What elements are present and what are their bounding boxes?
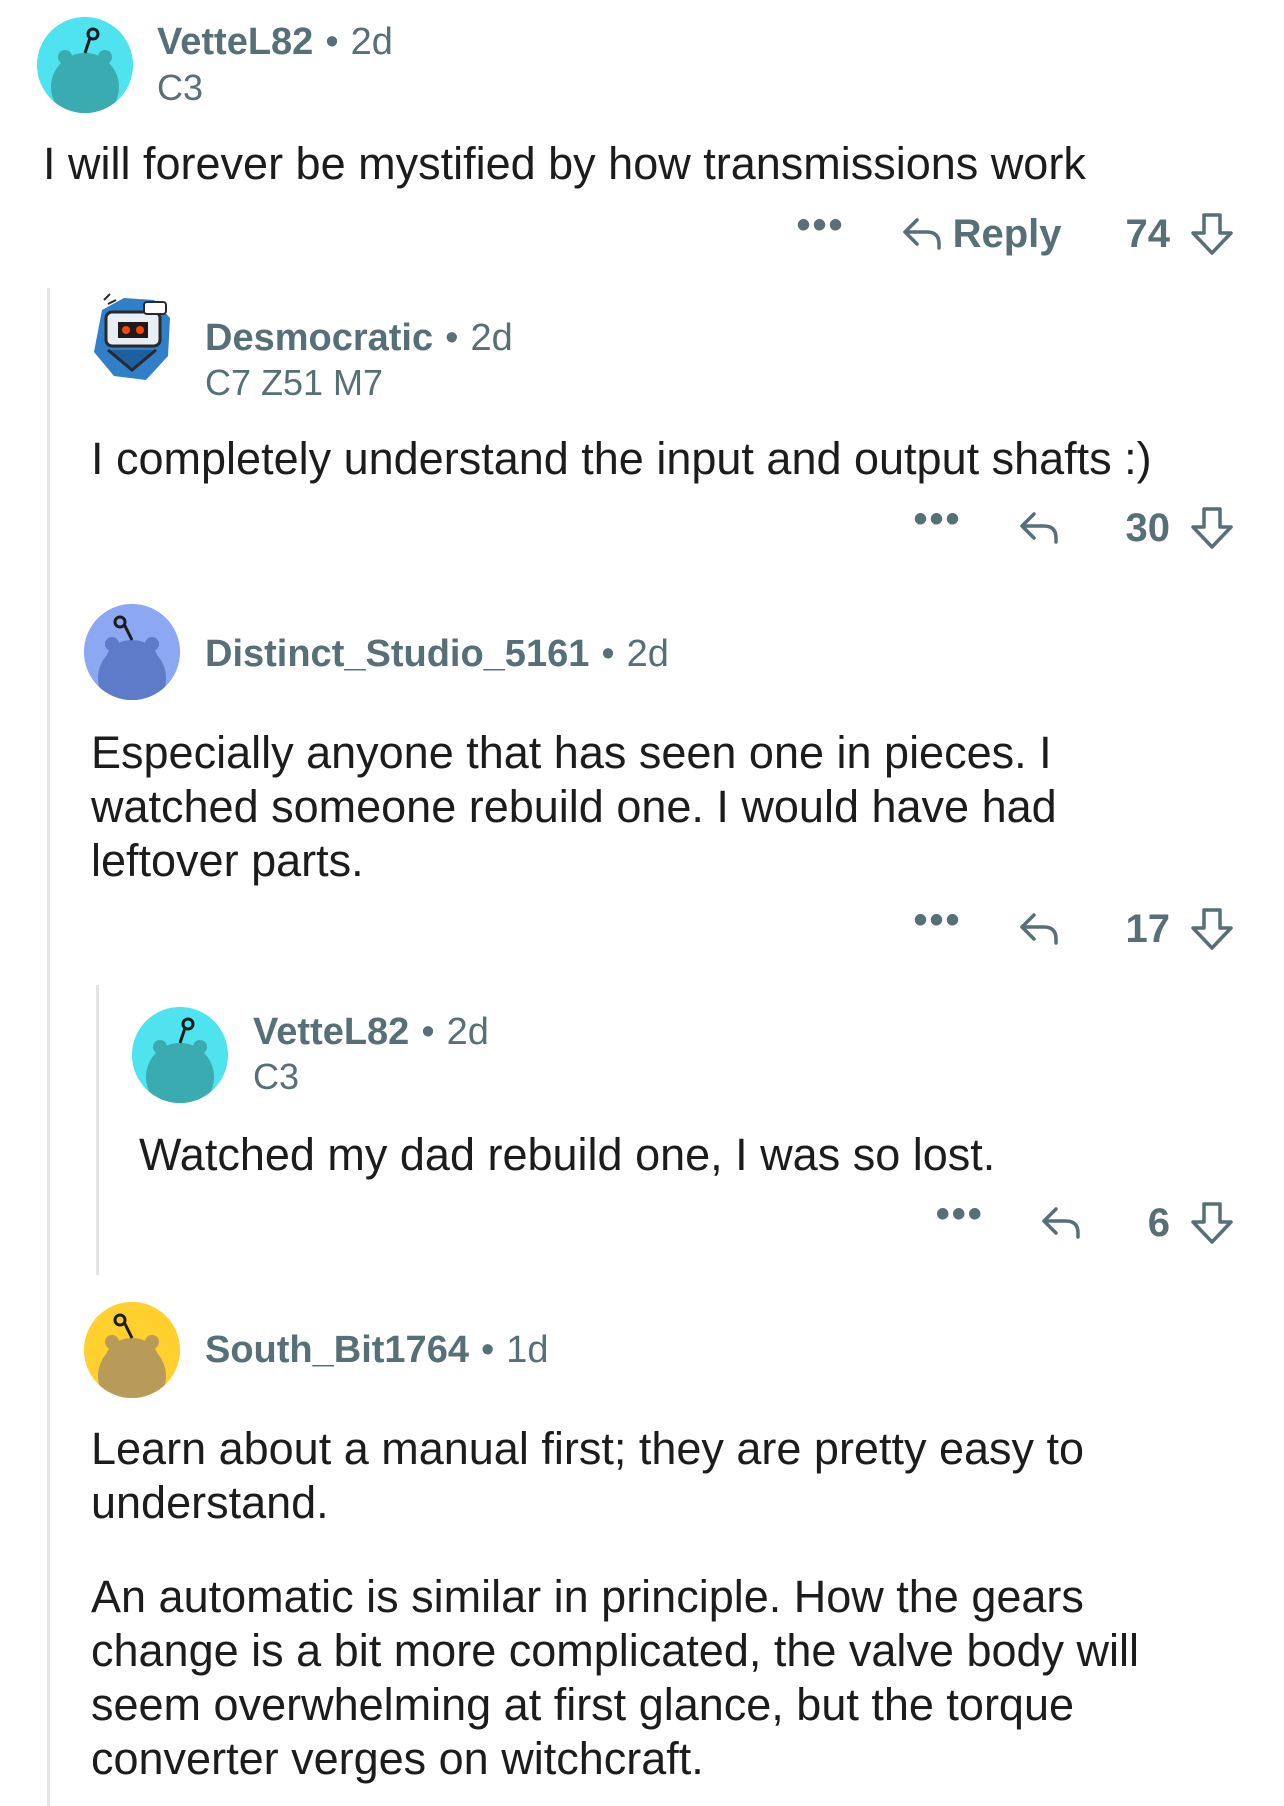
vote-score: 6 bbox=[1147, 1200, 1170, 1245]
username[interactable]: VetteL82 bbox=[157, 21, 313, 63]
avatar[interactable] bbox=[84, 290, 180, 386]
separator: • bbox=[480, 1329, 495, 1371]
downvote-arrow-icon bbox=[1191, 1202, 1233, 1244]
comment-paragraph: Learn about a manual first; they are pre… bbox=[91, 1423, 1085, 1528]
timestamp: 2d bbox=[446, 1011, 489, 1053]
comment-body: Especially anyone that has seen one in p… bbox=[91, 726, 1131, 888]
separator: • bbox=[421, 1011, 435, 1053]
comment-body: Learn about a manual first; they are pre… bbox=[91, 1422, 1211, 1786]
avatar[interactable] bbox=[84, 1302, 180, 1398]
downvote-arrow-icon bbox=[1191, 213, 1233, 255]
comment-header: Distinct_Studio_5161 • 2d bbox=[205, 632, 669, 676]
vote-score: 17 bbox=[1125, 906, 1171, 951]
comment-actions: ••• 6 bbox=[936, 1193, 1236, 1253]
comment-actions: ••• 17 bbox=[913, 899, 1236, 959]
reply-label: Reply bbox=[952, 211, 1062, 256]
timestamp: 1d bbox=[506, 1329, 549, 1371]
timestamp: 2d bbox=[626, 633, 669, 675]
downvote-arrow-icon bbox=[1191, 908, 1233, 950]
separator: • bbox=[445, 317, 459, 359]
separator: • bbox=[325, 21, 339, 63]
thread-line-level1 bbox=[47, 288, 50, 1806]
comment-text: I will forever be mystified by how trans… bbox=[43, 138, 1086, 189]
comment-actions: ••• Reply 74 bbox=[797, 204, 1236, 264]
comment-body: I completely understand the input and ou… bbox=[91, 432, 1251, 486]
comment-header: Desmocratic • 2d bbox=[205, 316, 513, 360]
downvote-button[interactable] bbox=[1188, 504, 1236, 552]
timestamp: 2d bbox=[350, 21, 393, 63]
comment-text: Especially anyone that has seen one in p… bbox=[91, 727, 1057, 886]
reply-arrow-icon bbox=[1019, 512, 1058, 544]
comment-text: I completely understand the input and ou… bbox=[91, 433, 1152, 484]
comment-header: VetteL82 • 2d bbox=[157, 20, 393, 64]
downvote-button[interactable] bbox=[1188, 210, 1236, 258]
reply-arrow-icon bbox=[1042, 1207, 1080, 1239]
comment-body: Watched my dad rebuild one, I was so los… bbox=[139, 1128, 1239, 1182]
reply-button[interactable] bbox=[1036, 1199, 1084, 1247]
user-flair: C3 bbox=[157, 67, 204, 108]
downvote-arrow-icon bbox=[1191, 507, 1233, 549]
user-flair: C7 Z51 M7 bbox=[205, 362, 384, 403]
timestamp: 2d bbox=[470, 317, 513, 359]
more-dots-icon[interactable]: ••• bbox=[797, 205, 845, 245]
reply-button[interactable] bbox=[1014, 905, 1062, 953]
comment-header: South_Bit1764 • 1d bbox=[205, 1328, 549, 1372]
comment-actions: ••• 30 bbox=[913, 498, 1236, 558]
reply-button[interactable] bbox=[1014, 504, 1062, 552]
separator: • bbox=[601, 633, 615, 675]
vote-score: 30 bbox=[1125, 505, 1171, 550]
reply-button[interactable]: Reply bbox=[897, 210, 1062, 258]
downvote-button[interactable] bbox=[1188, 905, 1236, 953]
avatar[interactable] bbox=[37, 17, 133, 113]
reply-arrow-icon bbox=[902, 218, 941, 250]
more-dots-icon[interactable]: ••• bbox=[913, 499, 961, 539]
avatar[interactable] bbox=[84, 604, 180, 700]
comment-header: VetteL82 • 2d bbox=[253, 1010, 489, 1054]
thread-line-level3 bbox=[96, 985, 99, 1275]
more-dots-icon[interactable]: ••• bbox=[936, 1194, 984, 1234]
avatar[interactable] bbox=[132, 1007, 228, 1103]
username[interactable]: South_Bit1764 bbox=[205, 1329, 469, 1371]
comment-text: Watched my dad rebuild one, I was so los… bbox=[139, 1129, 996, 1180]
reply-arrow-icon bbox=[1019, 913, 1058, 945]
downvote-button[interactable] bbox=[1188, 1199, 1236, 1247]
comment-body: I will forever be mystified by how trans… bbox=[43, 137, 1243, 191]
vote-score: 74 bbox=[1125, 211, 1171, 256]
username[interactable]: VetteL82 bbox=[253, 1011, 409, 1053]
comment-paragraph: An automatic is similar in principle. Ho… bbox=[91, 1571, 1140, 1784]
user-flair: C3 bbox=[253, 1056, 300, 1097]
more-dots-icon[interactable]: ••• bbox=[913, 900, 961, 940]
username[interactable]: Distinct_Studio_5161 bbox=[205, 633, 589, 675]
username[interactable]: Desmocratic bbox=[205, 317, 433, 359]
